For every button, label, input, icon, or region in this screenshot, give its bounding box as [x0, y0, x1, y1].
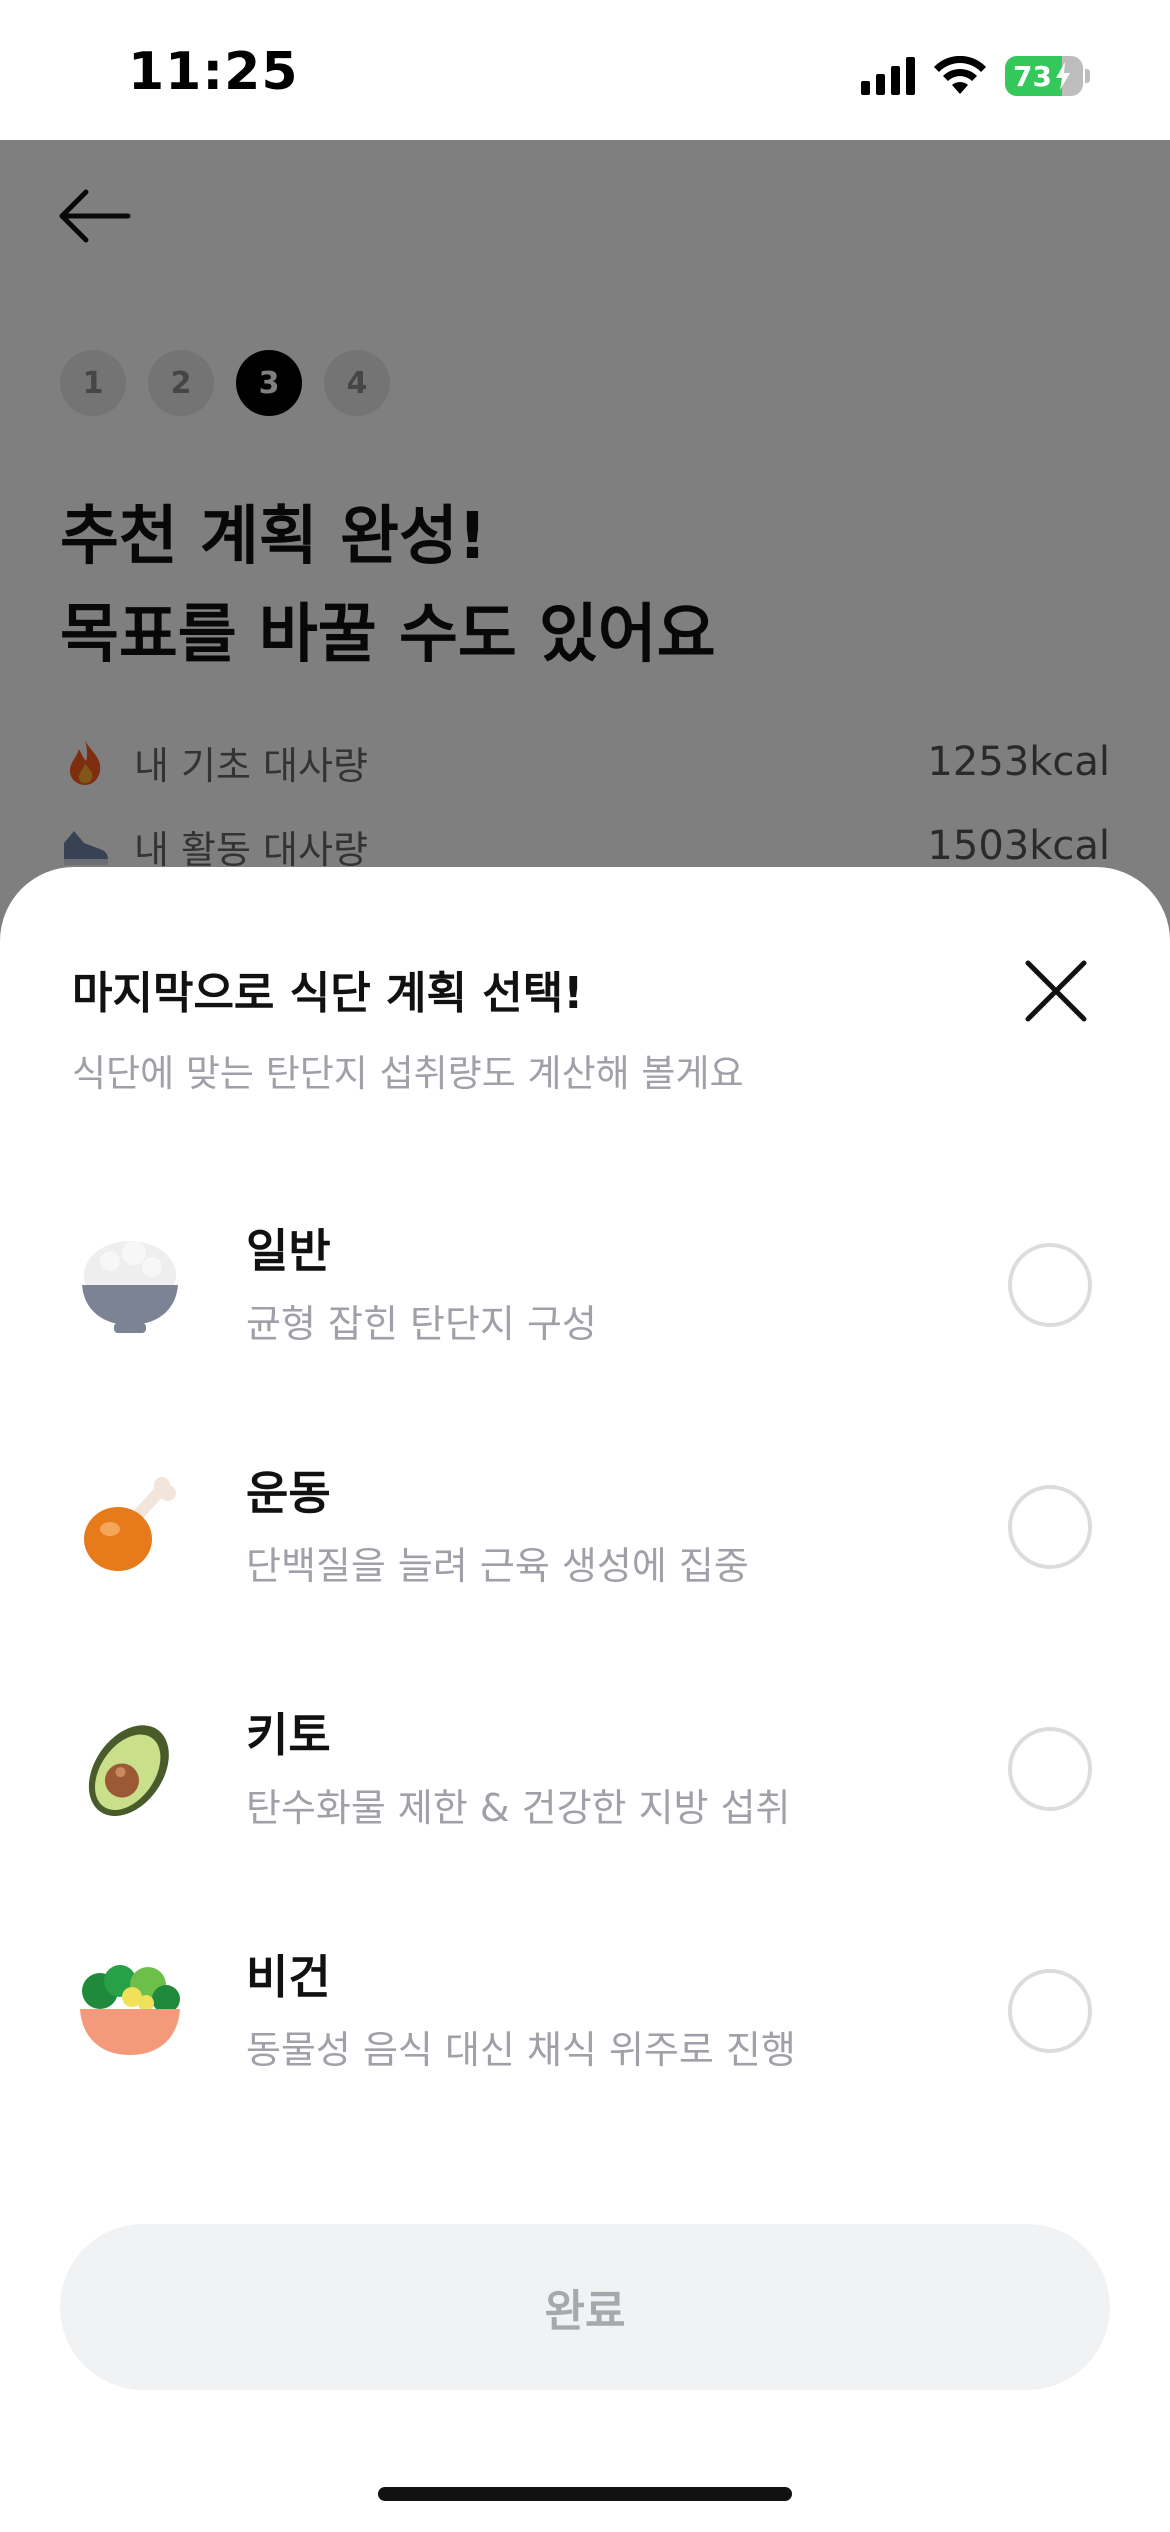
option-title: 운동: [246, 1466, 331, 1520]
option-description: 동물성 음식 대신 채식 위주로 진행: [246, 2028, 796, 2072]
close-icon[interactable]: [1018, 953, 1094, 1029]
battery-charging-icon: 73: [1005, 56, 1083, 96]
radio-button[interactable]: [1008, 1243, 1092, 1327]
option-description: 단백질을 늘려 근육 생성에 집중: [246, 1544, 749, 1588]
option-title: 비건: [246, 1950, 331, 2004]
done-button[interactable]: 완료: [60, 2224, 1110, 2390]
status-bar: 11:25 73: [0, 0, 1170, 140]
chicken-leg-icon: [84, 1477, 176, 1571]
avocado-icon: [88, 1725, 169, 1817]
battery-cap: [1085, 69, 1090, 83]
diet-plan-bottom-sheet: 마지막으로 식단 계획 선택! 식단에 맞는 탄단지 섭취량도 계산해 볼게요 …: [0, 867, 1170, 2532]
option-description: 균형 잡힌 탄단지 구성: [246, 1302, 597, 1346]
option-title: 일반: [246, 1224, 331, 1278]
radio-button[interactable]: [1008, 1485, 1092, 1569]
battery-text: 73: [1013, 59, 1052, 93]
option-description: 탄수화물 제한 & 건강한 지방 섭취: [246, 1786, 791, 1830]
diet-option-exercise[interactable]: 운동 단백질을 늘려 근육 생성에 집중: [0, 1457, 1170, 1657]
salad-bowl-icon: [80, 1965, 180, 2055]
sheet-subtitle: 식단에 맞는 탄단지 섭취량도 계산해 볼게요: [72, 1052, 744, 1095]
status-icons: 73: [861, 54, 1090, 98]
signal-icon: [861, 57, 915, 95]
home-indicator[interactable]: [378, 2487, 792, 2501]
status-time: 11:25: [128, 42, 299, 102]
rice-bowl-icon: [82, 1241, 178, 1333]
radio-button[interactable]: [1008, 1727, 1092, 1811]
option-title: 키토: [246, 1708, 331, 1762]
diet-option-vegan[interactable]: 비건 동물성 음식 대신 채식 위주로 진행: [0, 1941, 1170, 2141]
radio-button[interactable]: [1008, 1969, 1092, 2053]
diet-option-general[interactable]: 일반 균형 잡힌 탄단지 구성: [0, 1215, 1170, 1415]
bolt-icon: [1055, 62, 1070, 90]
wifi-icon: [934, 56, 986, 94]
sheet-title: 마지막으로 식단 계획 선택!: [72, 968, 584, 1019]
diet-option-keto[interactable]: 키토 탄수화물 제한 & 건강한 지방 섭취: [0, 1699, 1170, 1899]
